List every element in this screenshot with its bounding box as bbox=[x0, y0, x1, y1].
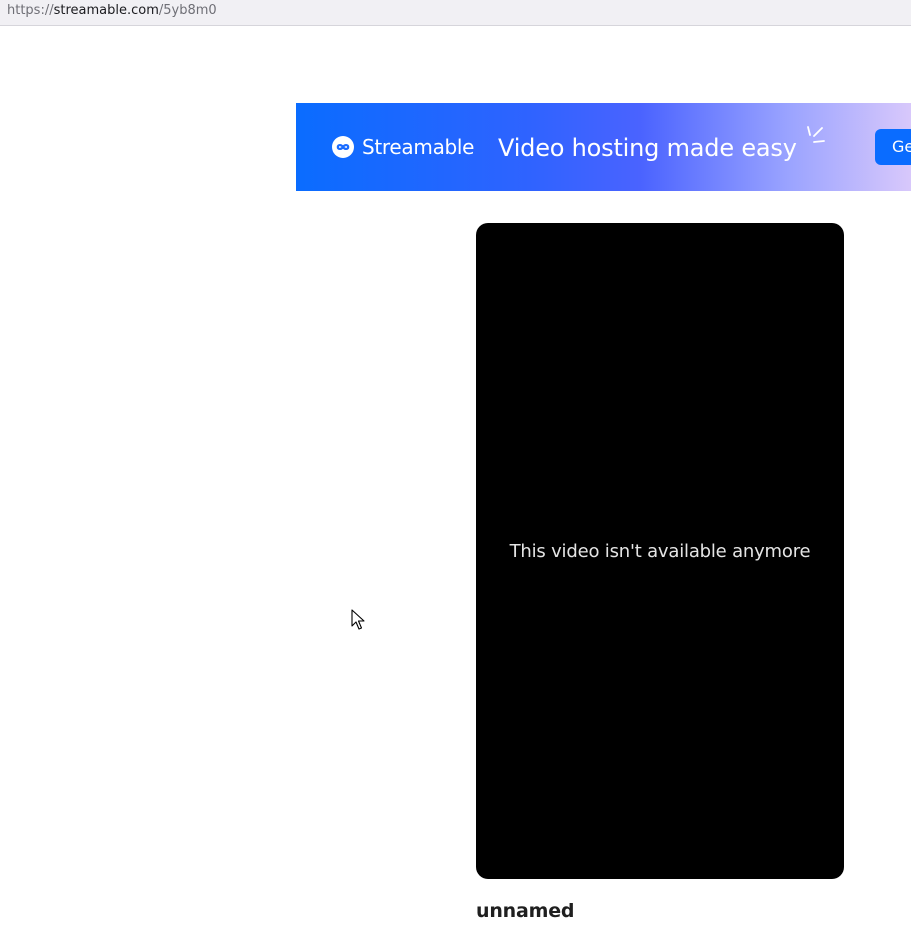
brand-name: Streamable bbox=[362, 135, 475, 159]
video-player[interactable]: This video isn't available anymore bbox=[476, 223, 844, 879]
address-bar[interactable]: https://streamable.com/5yb8m0 bbox=[0, 0, 911, 26]
unavailable-message: This video isn't available anymore bbox=[509, 541, 811, 562]
sparkle-icon bbox=[807, 126, 825, 143]
url-path: /5yb8m0 bbox=[158, 3, 217, 18]
video-title: unnamed bbox=[476, 900, 575, 922]
url-scheme: https:// bbox=[7, 3, 54, 18]
brand: Streamable bbox=[332, 136, 474, 158]
banner-tagline: Video hosting made easy bbox=[498, 134, 797, 162]
get-started-button[interactable]: Ge bbox=[875, 129, 911, 165]
mouse-pointer-icon bbox=[351, 609, 365, 630]
streamable-logo-icon bbox=[332, 136, 354, 158]
promo-banner[interactable]: Streamable Video hosting made easy Ge bbox=[296, 103, 911, 191]
url-host: streamable.com bbox=[53, 3, 159, 18]
